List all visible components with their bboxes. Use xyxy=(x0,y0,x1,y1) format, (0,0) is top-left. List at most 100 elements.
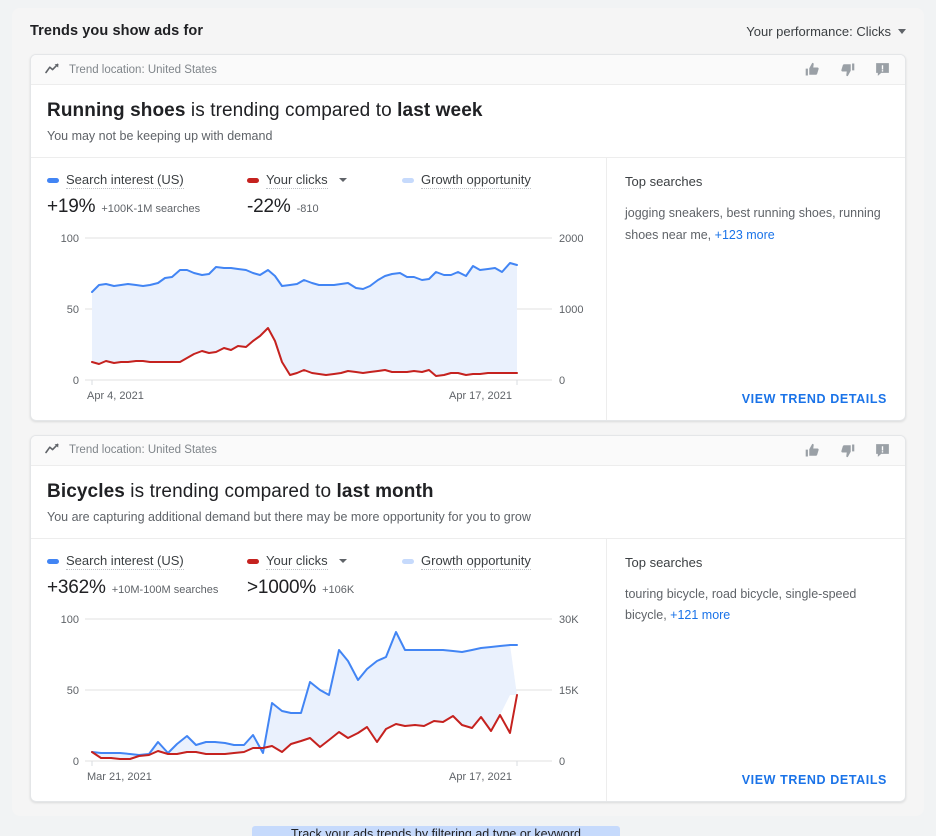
legend-search-interest: Search interest (US) +362% +10M-100M sea… xyxy=(47,553,247,599)
top-searches-more-link[interactable]: +121 more xyxy=(670,608,730,622)
trend-card: Trend location: United States Bicycles i… xyxy=(30,435,906,802)
spacer xyxy=(625,247,887,382)
trend-location-label: Trend location: United States xyxy=(69,444,217,456)
ytick-left-50: 50 xyxy=(67,304,79,316)
legend-swatch-clicks xyxy=(247,559,259,564)
top-searches-column: Top searches touring bicycle, road bicyc… xyxy=(606,539,905,801)
view-trend-details-button[interactable]: VIEW TREND DETAILS xyxy=(742,382,887,406)
legend-swatch-search xyxy=(47,559,59,564)
thumbs-down-icon[interactable] xyxy=(839,61,856,78)
headline-period: last week xyxy=(397,100,482,121)
chevron-down-icon xyxy=(898,29,906,34)
chart-legend: Search interest (US) +19% +100K-1M searc… xyxy=(31,172,606,218)
headline-term: Bicycles xyxy=(47,481,125,502)
performance-metric-select[interactable]: Your performance: Clicks xyxy=(746,24,906,39)
legend-swatch-clicks xyxy=(247,178,259,183)
feedback-icon-group xyxy=(804,442,891,459)
top-searches-list: jogging sneakers, best running shoes, ru… xyxy=(625,203,887,247)
trends-panel: Trends you show ads for Your performance… xyxy=(12,8,924,816)
view-trend-details-button[interactable]: VIEW TREND DETAILS xyxy=(742,763,887,787)
headline-middle: is trending compared to xyxy=(186,100,398,121)
card-headline: Running shoes is trending compared to la… xyxy=(47,99,889,123)
search-interest-volume: +100K-1M searches xyxy=(101,203,200,215)
clicks-delta: +106K xyxy=(322,584,354,596)
legend-label-growth: Growth opportunity xyxy=(421,553,531,570)
trend-chart-svg-1: 100 50 0 2000 1000 0 xyxy=(47,230,590,405)
card-chart-column: Search interest (US) +19% +100K-1M searc… xyxy=(31,158,606,420)
panel-header: Trends you show ads for Your performance… xyxy=(12,8,924,54)
trend-location: Trend location: United States xyxy=(45,61,217,79)
trend-chart-2: 100 50 0 30K 15K 0 Mar 21, xyxy=(31,611,606,791)
trend-card: Trend location: United States Running sh… xyxy=(30,54,906,421)
chevron-down-icon[interactable] xyxy=(339,559,347,563)
chart-legend: Search interest (US) +362% +10M-100M sea… xyxy=(31,553,606,599)
headline-term: Running shoes xyxy=(47,100,186,121)
card-body: Search interest (US) +362% +10M-100M sea… xyxy=(31,538,905,801)
page-title: Trends you show ads for xyxy=(30,23,203,39)
xtick-label-end: Apr 17, 2021 xyxy=(449,771,512,783)
ytick-right-15k: 15K xyxy=(559,685,579,697)
legend-growth-opportunity: Growth opportunity xyxy=(402,553,531,570)
top-searches-list: touring bicycle, road bicycle, single-sp… xyxy=(625,584,887,628)
ytick-left-0: 0 xyxy=(73,375,79,387)
clicks-delta: -810 xyxy=(297,203,319,215)
clicks-change: >1000% xyxy=(247,577,316,599)
trending-up-icon xyxy=(45,61,60,79)
trend-location-label: Trend location: United States xyxy=(69,64,217,76)
feedback-icon-group xyxy=(804,61,891,78)
legend-swatch-search xyxy=(47,178,59,183)
ytick-right-2000: 2000 xyxy=(559,233,583,245)
trend-chart-svg-2: 100 50 0 30K 15K 0 Mar 21, xyxy=(47,611,590,786)
legend-swatch-growth xyxy=(402,559,414,564)
ytick-left-50: 50 xyxy=(67,685,79,697)
card-headline: Bicycles is trending compared to last mo… xyxy=(47,480,889,504)
legend-label-search: Search interest (US) xyxy=(66,553,184,570)
legend-swatch-growth xyxy=(402,178,414,183)
headline-period: last month xyxy=(337,481,434,502)
xtick-label-end: Apr 17, 2021 xyxy=(449,390,512,402)
ytick-right-0: 0 xyxy=(559,375,565,387)
top-searches-title: Top searches xyxy=(625,555,887,570)
bottom-text-selection: Track your ads trends by filtering ad ty… xyxy=(252,826,620,836)
ytick-right-30k: 30K xyxy=(559,614,579,626)
performance-metric-label: Your performance: Clicks xyxy=(746,24,891,39)
thumbs-down-icon[interactable] xyxy=(839,442,856,459)
top-searches-column: Top searches jogging sneakers, best runn… xyxy=(606,158,905,420)
card-subhead: You may not be keeping up with demand xyxy=(47,129,889,143)
feedback-report-icon[interactable] xyxy=(874,442,891,459)
search-interest-volume: +10M-100M searches xyxy=(112,584,219,596)
clicks-change: -22% xyxy=(247,196,291,218)
trending-up-icon xyxy=(45,441,60,459)
legend-your-clicks[interactable]: Your clicks -22% -810 xyxy=(247,172,402,218)
xtick-label-start: Apr 4, 2021 xyxy=(87,390,144,402)
chevron-down-icon[interactable] xyxy=(339,178,347,182)
card-topbar: Trend location: United States xyxy=(31,55,905,85)
spacer xyxy=(625,627,887,762)
top-searches-title: Top searches xyxy=(625,174,887,189)
thumbs-up-icon[interactable] xyxy=(804,442,821,459)
search-interest-change: +19% xyxy=(47,196,95,218)
trends-page: Trends you show ads for Your performance… xyxy=(0,0,936,836)
thumbs-up-icon[interactable] xyxy=(804,61,821,78)
top-searches-terms: touring bicycle, road bicycle, single-sp… xyxy=(625,587,856,623)
legend-label-search: Search interest (US) xyxy=(66,172,184,189)
legend-label-clicks: Your clicks xyxy=(266,553,328,570)
trend-chart-1: 100 50 0 2000 1000 0 xyxy=(31,230,606,410)
card-chart-column: Search interest (US) +362% +10M-100M sea… xyxy=(31,539,606,801)
ytick-right-0: 0 xyxy=(559,756,565,768)
feedback-report-icon[interactable] xyxy=(874,61,891,78)
card-subhead: You are capturing additional demand but … xyxy=(47,510,889,524)
legend-search-interest: Search interest (US) +19% +100K-1M searc… xyxy=(47,172,247,218)
trend-location: Trend location: United States xyxy=(45,441,217,459)
ytick-left-100: 100 xyxy=(61,614,79,626)
card-headline-wrap: Bicycles is trending compared to last mo… xyxy=(31,466,905,524)
top-searches-more-link[interactable]: +123 more xyxy=(715,228,775,242)
headline-middle: is trending compared to xyxy=(125,481,337,502)
card-topbar: Trend location: United States xyxy=(31,436,905,466)
ytick-left-0: 0 xyxy=(73,756,79,768)
card-headline-wrap: Running shoes is trending compared to la… xyxy=(31,85,905,143)
legend-growth-opportunity: Growth opportunity xyxy=(402,172,531,189)
legend-your-clicks[interactable]: Your clicks >1000% +106K xyxy=(247,553,402,599)
ytick-left-100: 100 xyxy=(61,233,79,245)
legend-label-clicks: Your clicks xyxy=(266,172,328,189)
